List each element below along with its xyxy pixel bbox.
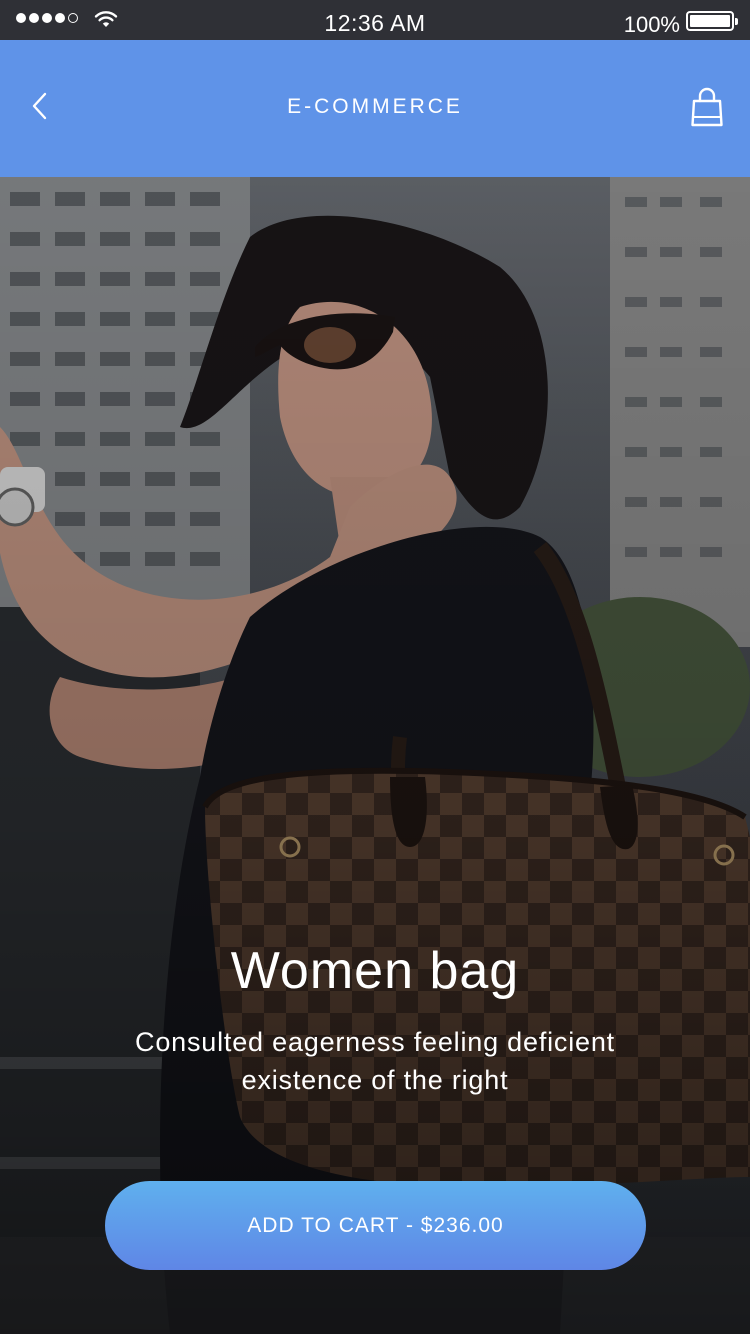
product-title: Women bag bbox=[230, 942, 520, 1000]
shopping-bag-icon bbox=[691, 87, 723, 127]
battery-icon bbox=[686, 11, 738, 31]
add-to-cart-label: ADD TO CART - $236.00 bbox=[247, 1213, 504, 1237]
battery-percent: 100% bbox=[623, 12, 680, 37]
product-description: Consulted eagerness feeling deficient ex… bbox=[135, 1027, 615, 1095]
status-bar: 12:36 AM 100% bbox=[0, 0, 750, 40]
add-to-cart-button[interactable]: ADD TO CART - $236.00 bbox=[105, 1181, 646, 1270]
cart-button[interactable] bbox=[682, 82, 732, 132]
image-overlay bbox=[0, 177, 750, 1334]
nav-bar: E-COMMERCE bbox=[0, 40, 750, 177]
page-title: E-COMMERCE bbox=[287, 95, 463, 118]
product-hero: Women bag Consulted eagerness feeling de… bbox=[0, 177, 750, 1334]
